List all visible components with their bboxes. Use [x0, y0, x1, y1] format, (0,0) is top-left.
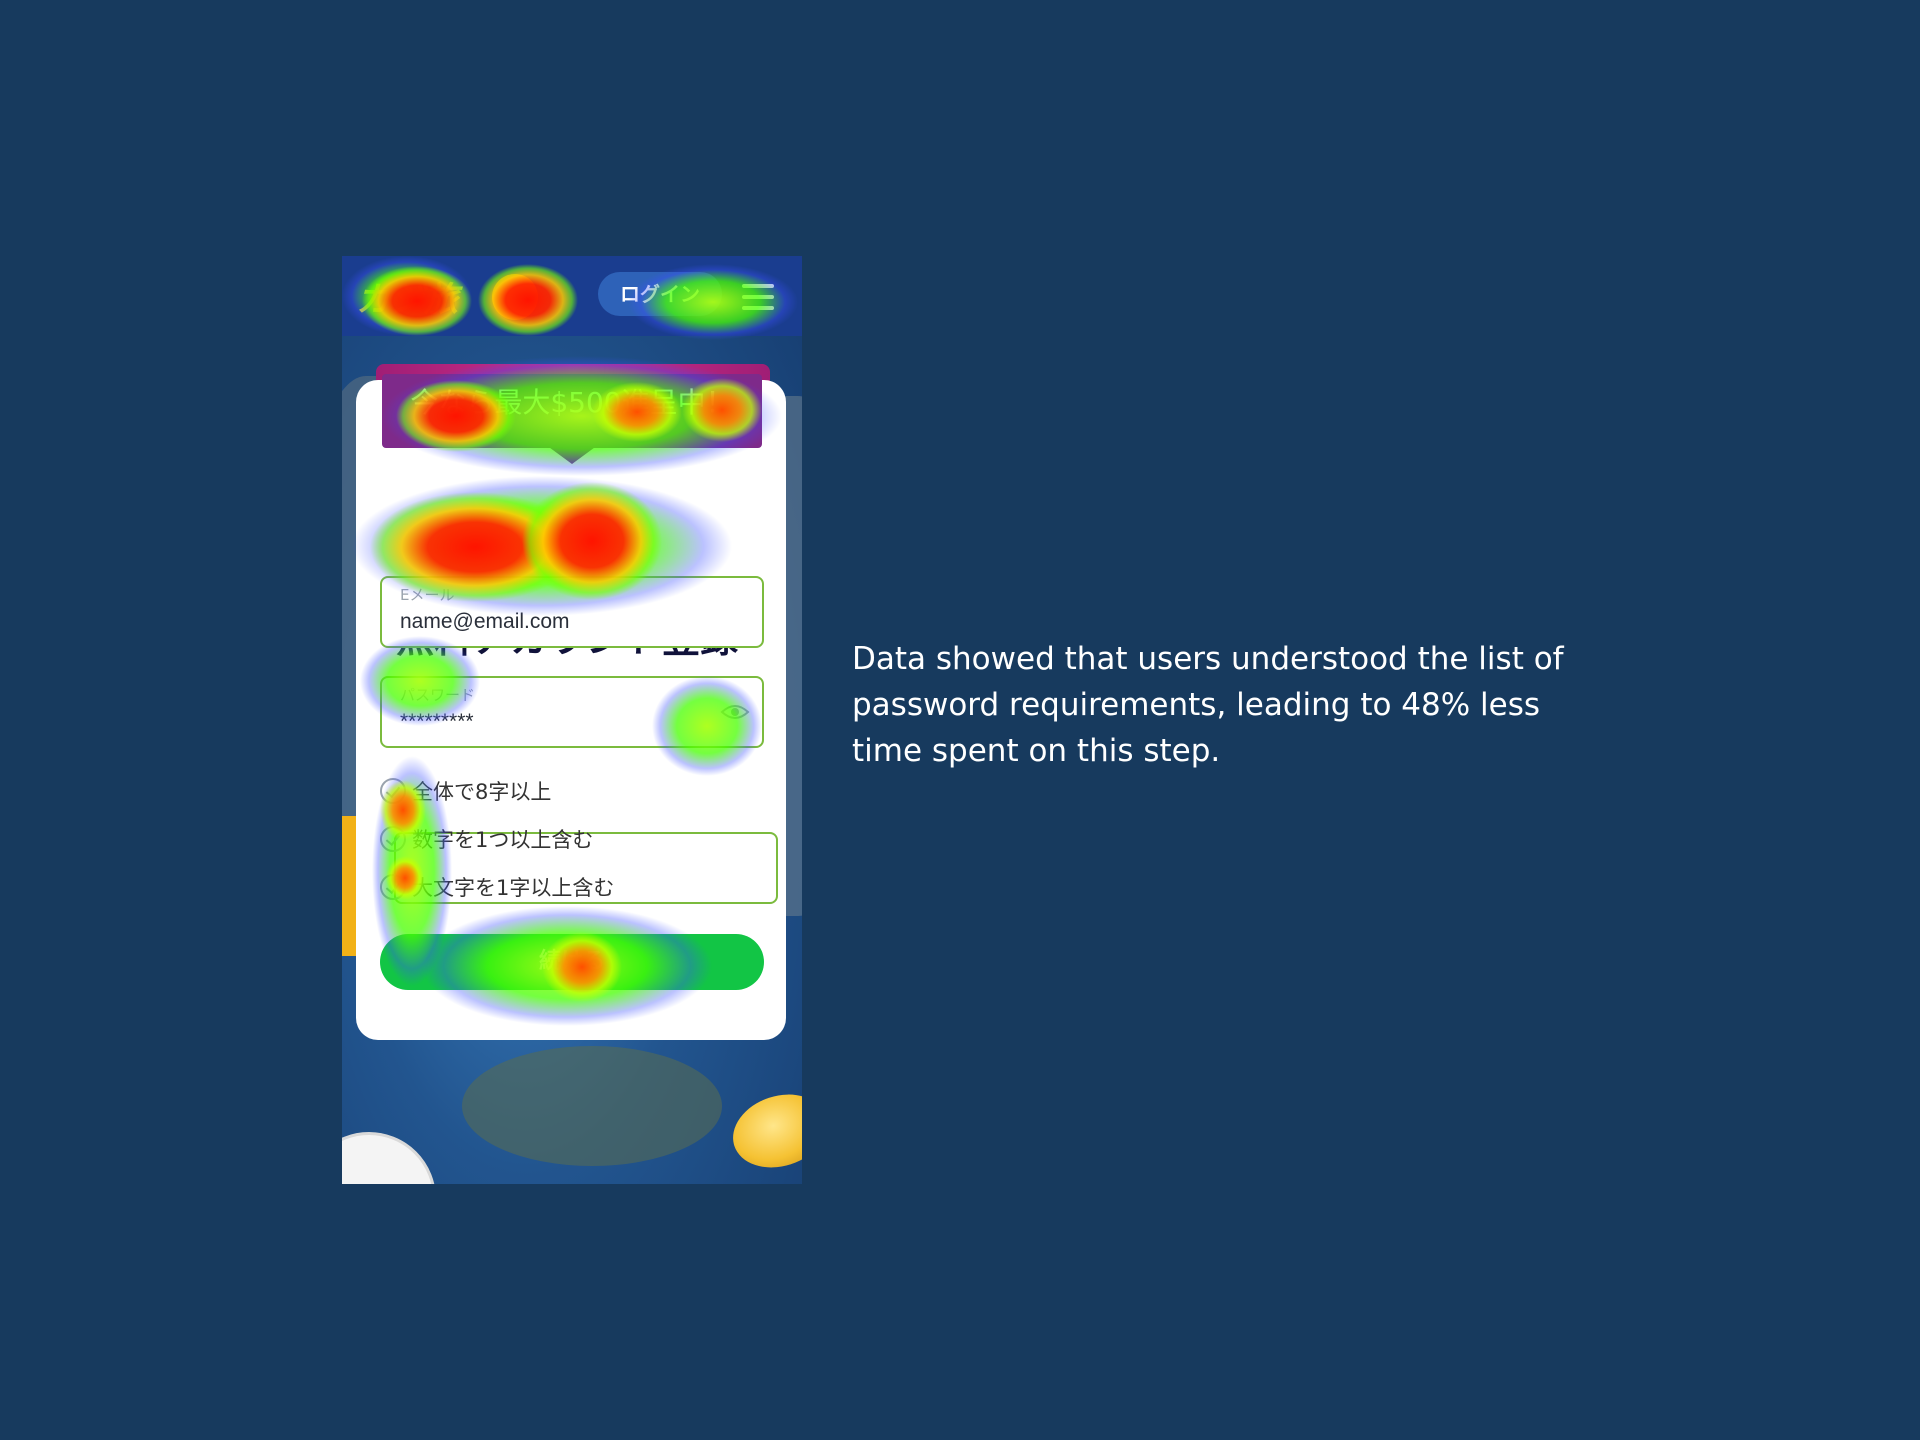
menu-icon[interactable]	[742, 284, 774, 310]
top-bar: カジ旅 ログイン	[342, 256, 802, 336]
baseball-icon	[342, 1132, 436, 1184]
requirement-item: 数字を1つ以上含む	[380, 824, 593, 858]
eye-icon[interactable]	[720, 700, 750, 724]
requirement-label: 大文字を1字以上含む	[412, 876, 615, 900]
password-label: パスワード	[400, 686, 476, 704]
check-icon	[380, 874, 406, 900]
requirement-label: 全体で8字以上	[412, 780, 552, 804]
phone-screenshot: カジ旅 ログイン 無料アカウント登録 今なら最大$500進呈中！ Eメール na…	[342, 256, 802, 1184]
password-value: *********	[400, 710, 474, 733]
email-input[interactable]: Eメール name@email.com	[380, 576, 764, 648]
requirement-label: 数字を1つ以上含む	[412, 828, 594, 852]
login-button[interactable]: ログイン	[598, 272, 722, 316]
continue-button[interactable]: 続ける	[380, 934, 764, 990]
check-icon	[380, 778, 406, 804]
coin-icon	[723, 1082, 802, 1180]
header-badge-icon	[492, 274, 538, 320]
requirement-item: 全体で8字以上	[380, 776, 551, 810]
promo-banner: 今なら最大$500進呈中！	[382, 374, 762, 448]
email-value: name@email.com	[400, 610, 570, 633]
logo: カジ旅	[356, 280, 458, 320]
email-label: Eメール	[400, 586, 455, 604]
background-island	[462, 1046, 722, 1166]
check-icon	[380, 826, 406, 852]
caption-text: Data showed that users understood the li…	[852, 641, 1564, 769]
promo-pointer	[542, 442, 602, 464]
requirement-item: 大文字を1字以上含む	[380, 872, 614, 906]
password-input[interactable]: パスワード *********	[380, 676, 764, 748]
